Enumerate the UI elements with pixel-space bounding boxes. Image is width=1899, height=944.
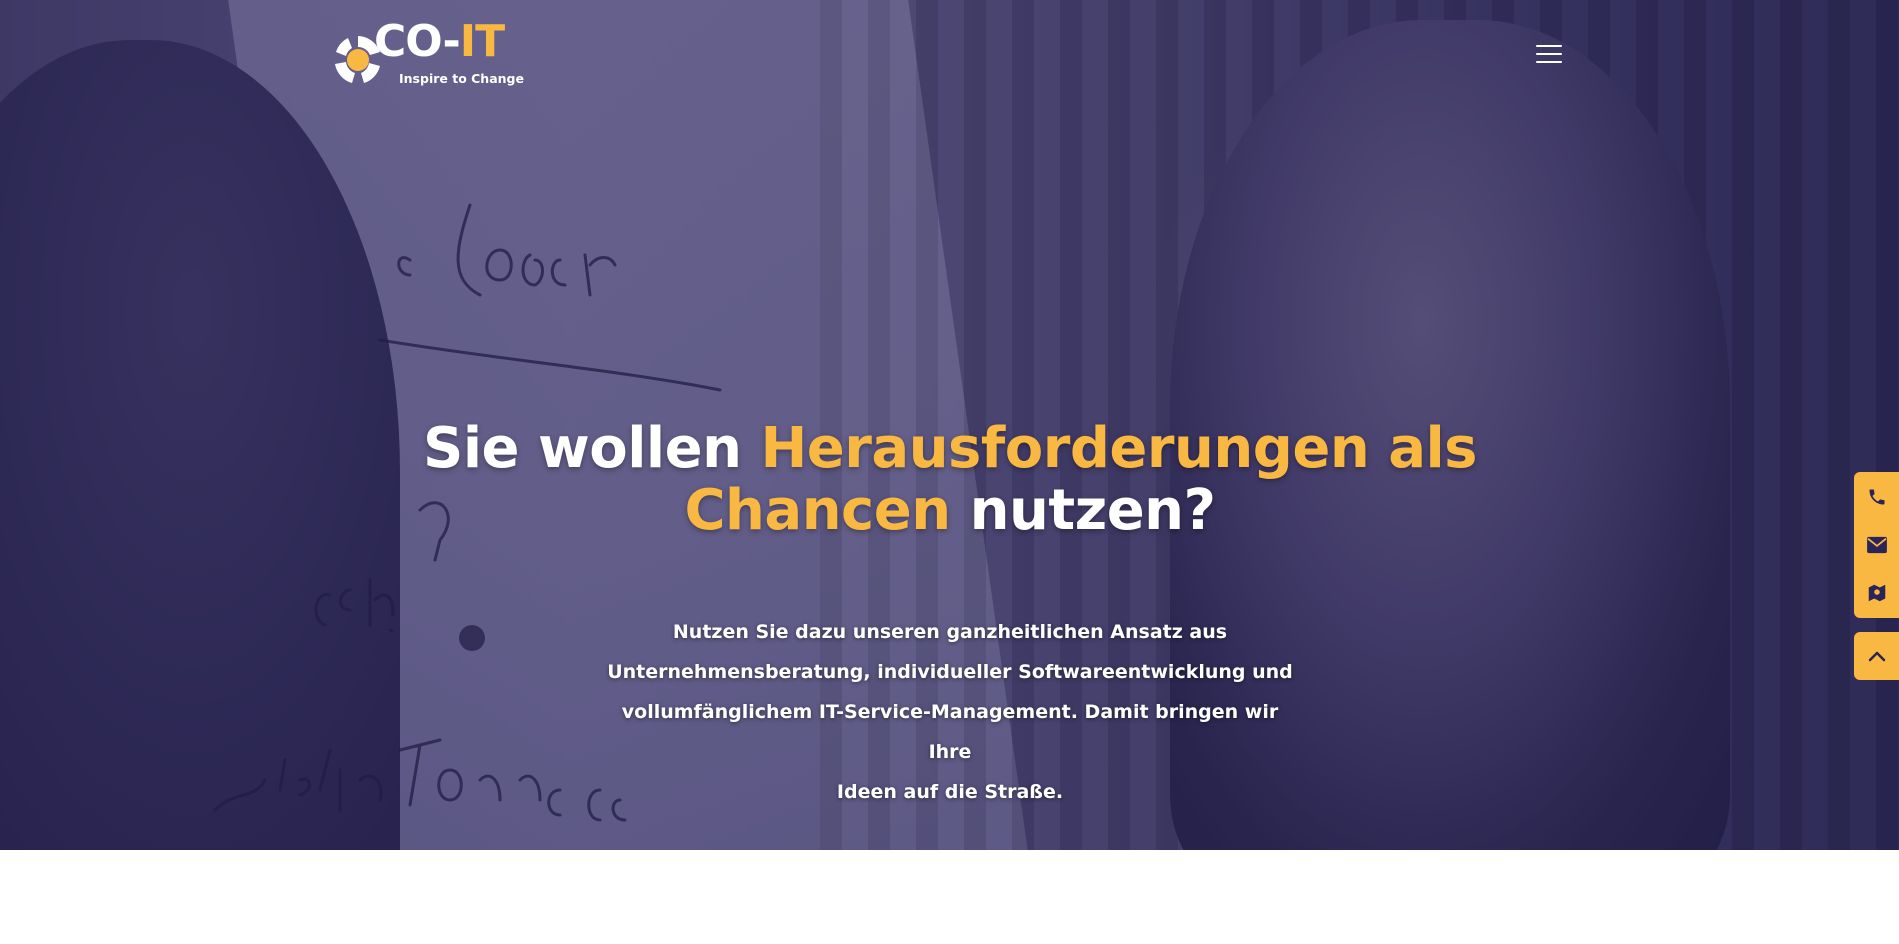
logo-tagline: Inspire to Change: [399, 71, 524, 86]
hamburger-menu-icon[interactable]: [1536, 42, 1564, 66]
headline-highlight-1: Herausforderungen als: [760, 416, 1478, 481]
logo-wordmark: CO-IT: [374, 16, 505, 67]
headline-text-2: nutzen?: [950, 478, 1216, 543]
site-logo[interactable]: CO-IT Inspire to Change: [334, 18, 534, 88]
map-icon[interactable]: [1854, 571, 1899, 615]
headline-highlight-2: Chancen: [684, 478, 951, 543]
headline-text-1: Sie wollen: [422, 416, 761, 481]
logo-wordmark-co: CO-: [374, 16, 461, 67]
lead-line: Nutzen Sie dazu unseren ganzheitlichen A…: [672, 621, 1228, 643]
mail-icon[interactable]: [1854, 523, 1899, 567]
logo-wordmark-it: IT: [459, 16, 505, 67]
lead-line: Ideen auf die Straße.: [836, 781, 1064, 803]
phone-icon[interactable]: [1854, 475, 1899, 519]
scroll-to-top-button[interactable]: [1854, 632, 1899, 680]
chevron-up-icon: [1868, 651, 1885, 662]
lead-line: vollumfänglichem IT-Service-Management. …: [621, 701, 1279, 763]
hero-headline: Sie wollen Herausforderungen als Chancen…: [380, 418, 1520, 542]
hero-lead-text: Nutzen Sie dazu unseren ganzheitlichen A…: [600, 612, 1300, 812]
contact-sidebar: [1854, 472, 1899, 618]
lead-line: Unternehmensberatung, individueller Soft…: [607, 661, 1293, 683]
